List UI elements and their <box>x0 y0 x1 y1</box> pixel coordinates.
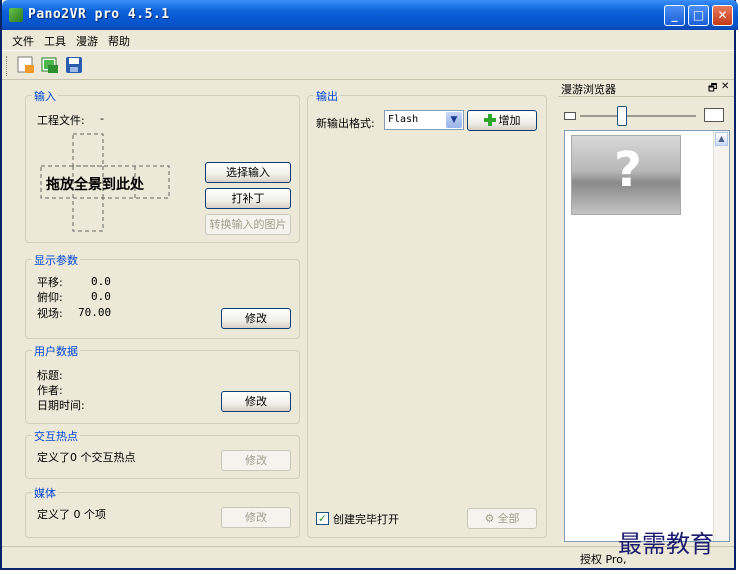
datetime-label: 日期时间: <box>37 399 85 412</box>
media-count-text: 定义了 0 个项 <box>37 508 106 521</box>
float-panel-icon[interactable]: 🗗 <box>708 81 717 98</box>
menu-file[interactable]: 文件 <box>12 33 34 49</box>
add-output-label: 增加 <box>498 114 521 127</box>
open-after-checkbox[interactable]: ✓ <box>316 512 329 525</box>
output-group-title: 输出 <box>314 88 340 104</box>
menu-tour[interactable]: 漫游 <box>76 33 98 49</box>
app-window: Pano2VR pro 4.5.1 _ □ ✕ 文件 工具 漫游 帮助 输入 工… <box>0 0 738 570</box>
pan-value: 0.0 <box>91 275 111 288</box>
gear-icon: ⚙ <box>484 512 495 525</box>
add-output-button[interactable]: 增加 <box>467 110 537 131</box>
user-modify-button[interactable]: 修改 <box>221 391 291 412</box>
tour-browser-header[interactable]: 漫游浏览器 🗗 ✕ <box>558 80 734 97</box>
display-modify-button[interactable]: 修改 <box>221 308 291 329</box>
placeholder-question-icon: ? <box>614 142 642 198</box>
drop-text: 拖放全景到此处 <box>46 177 144 193</box>
fov-value: 70.00 <box>78 306 112 319</box>
tour-node-list[interactable]: ? ▲ <box>564 130 730 542</box>
zoom-slider-track[interactable] <box>580 106 696 126</box>
media-modify-button[interactable]: 修改 <box>221 507 291 528</box>
output-group <box>307 95 547 538</box>
new-format-label: 新输出格式: <box>316 117 375 130</box>
hotspot-group-title: 交互热点 <box>32 428 80 444</box>
app-icon <box>9 8 23 22</box>
vertical-scrollbar[interactable]: ▲ <box>713 131 729 541</box>
output-all-button[interactable]: ⚙ 全部 <box>467 508 537 529</box>
fov-label: 视场: <box>37 307 63 320</box>
minimize-icon: _ <box>671 8 678 22</box>
maximize-icon: □ <box>692 8 705 22</box>
zoom-slider-thumb[interactable] <box>617 106 628 126</box>
open-project-icon[interactable] <box>41 56 59 74</box>
format-select[interactable]: Flash ▼ <box>384 110 464 130</box>
project-file-value: - <box>100 112 104 125</box>
drop-zone[interactable]: 拖放全景到此处 <box>40 133 170 233</box>
display-group-title: 显示参数 <box>32 252 80 268</box>
watermark-text: 最需教育 <box>618 530 714 558</box>
user-title-label: 标题: <box>37 369 63 382</box>
small-thumbnails-icon[interactable] <box>564 112 576 120</box>
project-file-label: 工程文件: <box>37 114 85 127</box>
media-group-title: 媒体 <box>32 485 58 501</box>
chevron-down-icon[interactable]: ▼ <box>446 112 462 128</box>
large-thumbnails-icon[interactable] <box>704 108 724 122</box>
tilt-value: 0.0 <box>91 290 111 303</box>
title-bar[interactable]: Pano2VR pro 4.5.1 _ □ ✕ <box>2 0 738 30</box>
window-title: Pano2VR pro 4.5.1 <box>28 7 170 22</box>
new-project-icon[interactable] <box>17 56 35 74</box>
menu-bar: 文件 工具 漫游 帮助 <box>2 30 734 50</box>
plus-icon <box>483 113 496 126</box>
input-group-title: 输入 <box>32 88 58 104</box>
close-button[interactable]: ✕ <box>712 5 733 26</box>
select-input-button[interactable]: 选择输入 <box>205 162 291 183</box>
tour-browser-title: 漫游浏览器 <box>561 83 616 96</box>
close-panel-icon[interactable]: ✕ <box>721 81 729 92</box>
tilt-label: 俯仰: <box>37 291 63 304</box>
toolbar-grip[interactable] <box>6 56 10 76</box>
scroll-up-icon[interactable]: ▲ <box>715 132 728 146</box>
save-project-icon[interactable] <box>65 56 83 74</box>
output-all-label: 全部 <box>497 512 520 525</box>
author-label: 作者: <box>37 384 63 397</box>
toolbar <box>2 50 734 80</box>
close-icon: ✕ <box>717 8 728 22</box>
user-data-group-title: 用户数据 <box>32 343 80 359</box>
menu-tools[interactable]: 工具 <box>44 33 66 49</box>
format-select-value: Flash <box>388 114 419 125</box>
hotspot-count-text: 定义了0 个交互热点 <box>37 451 136 464</box>
panorama-thumbnail[interactable]: ? <box>571 135 681 215</box>
convert-input-button[interactable]: 转换输入的图片 <box>205 214 291 235</box>
maximize-button[interactable]: □ <box>688 5 709 26</box>
menu-help[interactable]: 帮助 <box>108 33 130 49</box>
minimize-button[interactable]: _ <box>664 5 685 26</box>
tour-browser-panel: 漫游浏览器 🗗 ✕ ? ▲ <box>558 80 734 542</box>
pan-label: 平移: <box>37 276 63 289</box>
patch-button[interactable]: 打补丁 <box>205 188 291 209</box>
hotspot-modify-button[interactable]: 修改 <box>221 450 291 471</box>
open-after-label: 创建完毕打开 <box>333 513 399 526</box>
